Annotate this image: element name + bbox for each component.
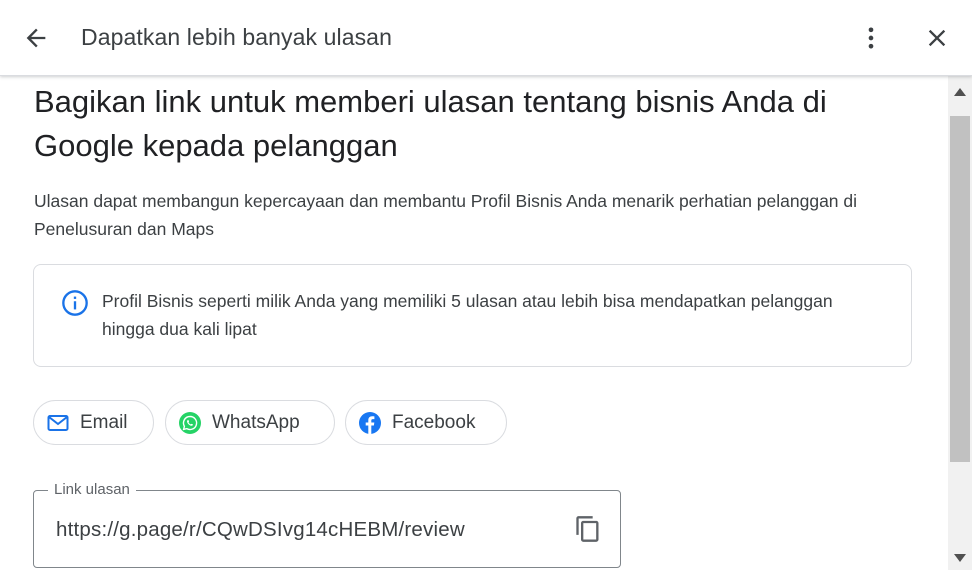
triangle-down-icon — [954, 554, 966, 562]
whatsapp-chip-label: WhatsApp — [212, 411, 300, 433]
dialog-title: Dapatkan lebih banyak ulasan — [81, 24, 392, 50]
review-link-value[interactable]: https://g.page/r/CQwDSIvg14cHEBM/review — [56, 518, 465, 542]
share-facebook-chip[interactable]: Facebook — [345, 400, 507, 445]
page-headline: Bagikan link untuk memberi ulasan tentan… — [34, 84, 827, 163]
email-chip-label: Email — [80, 411, 128, 433]
info-icon — [62, 290, 88, 316]
dialog-content: Bagikan link untuk memberi ulasan tentan… — [0, 76, 948, 570]
arrow-back-icon — [26, 28, 46, 48]
email-icon — [46, 411, 70, 435]
whatsapp-icon — [178, 411, 202, 435]
scroll-down-arrow[interactable] — [948, 546, 972, 570]
info-text: Profil Bisnis seperti milik Anda yang me… — [102, 291, 833, 339]
page-subtitle: Ulasan dapat membangun kepercayaan dan m… — [34, 191, 858, 239]
copy-icon — [576, 516, 599, 542]
facebook-icon — [358, 411, 382, 435]
copy-link-button[interactable] — [572, 513, 604, 545]
review-link-label: Link ulasan — [48, 481, 136, 498]
info-card: Profil Bisnis seperti milik Anda yang me… — [33, 264, 912, 367]
facebook-chip-label: Facebook — [392, 411, 476, 433]
more-vert-icon — [868, 27, 874, 49]
top-app-bar: Dapatkan lebih banyak ulasan — [0, 0, 972, 76]
close-button[interactable] — [919, 20, 955, 56]
back-button[interactable] — [18, 20, 54, 56]
scroll-up-arrow[interactable] — [948, 80, 972, 104]
vertical-scrollbar[interactable] — [948, 76, 972, 570]
more-options-button[interactable] — [853, 20, 889, 56]
close-icon — [928, 29, 946, 47]
share-email-chip[interactable]: Email — [33, 400, 154, 445]
share-whatsapp-chip[interactable]: WhatsApp — [165, 400, 335, 445]
review-link-field[interactable]: Link ulasan https://g.page/r/CQwDSIvg14c… — [33, 481, 621, 568]
scrollbar-thumb[interactable] — [950, 116, 970, 462]
triangle-up-icon — [954, 88, 966, 96]
